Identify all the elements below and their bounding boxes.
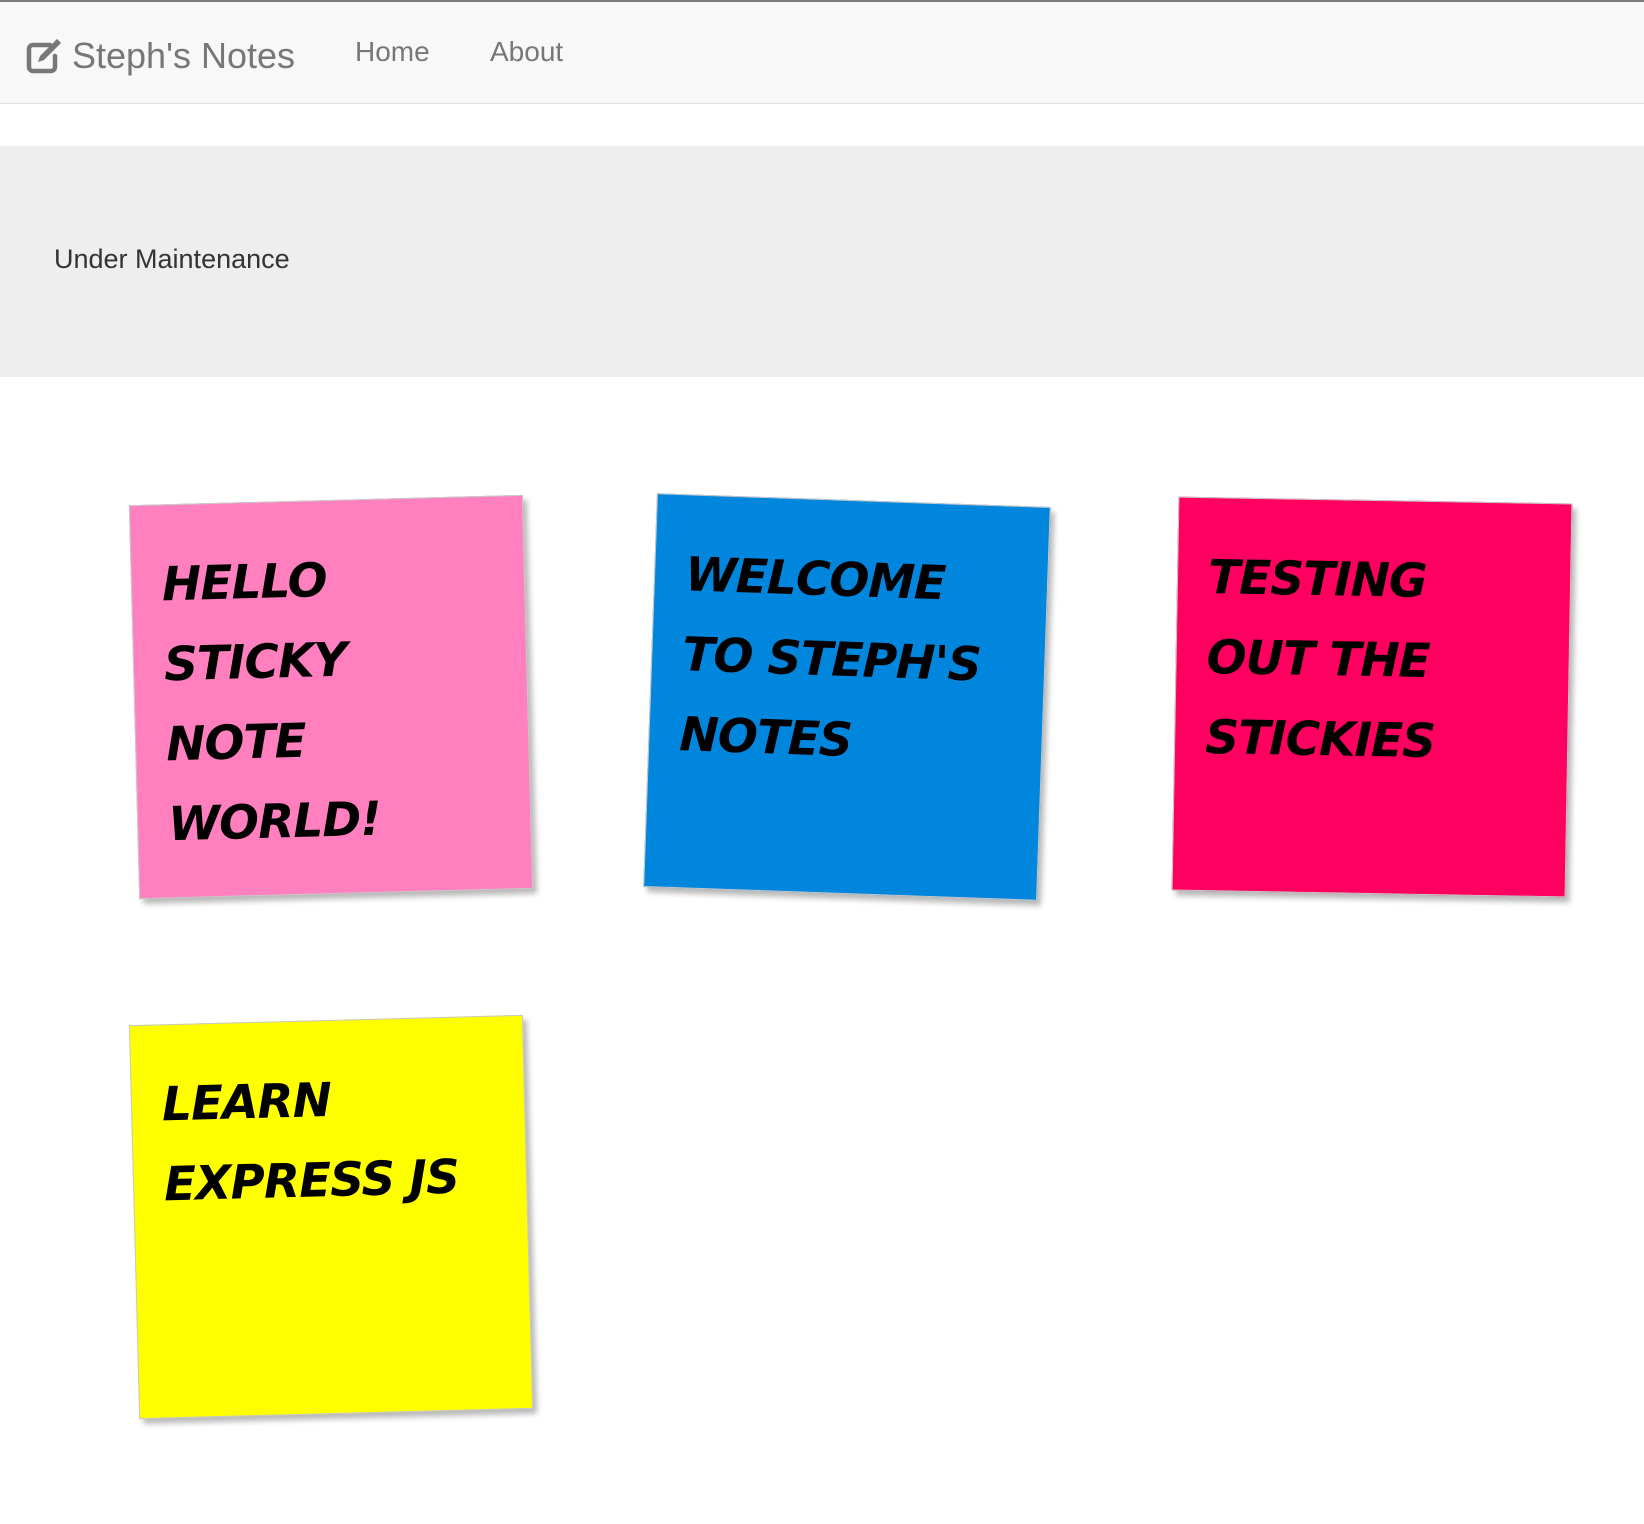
sticky-note[interactable]: Testing out the stickies bbox=[1171, 496, 1573, 898]
maintenance-text: Under Maintenance bbox=[54, 244, 290, 274]
brand-title: Steph's Notes bbox=[72, 35, 295, 76]
sticky-note[interactable]: hello sticky note world! bbox=[128, 494, 534, 900]
brand-link[interactable]: Steph's Notes bbox=[24, 32, 295, 80]
sticky-note[interactable]: Welcome to Steph's notes bbox=[643, 493, 1051, 901]
sticky-note[interactable]: Learn express js bbox=[128, 1014, 534, 1420]
maintenance-banner: Under Maintenance bbox=[0, 146, 1644, 377]
nav-about-link[interactable]: About bbox=[490, 38, 563, 66]
edit-icon bbox=[24, 36, 64, 76]
navbar: Steph's Notes Home About bbox=[0, 0, 1644, 104]
nav-home-link[interactable]: Home bbox=[355, 38, 430, 66]
